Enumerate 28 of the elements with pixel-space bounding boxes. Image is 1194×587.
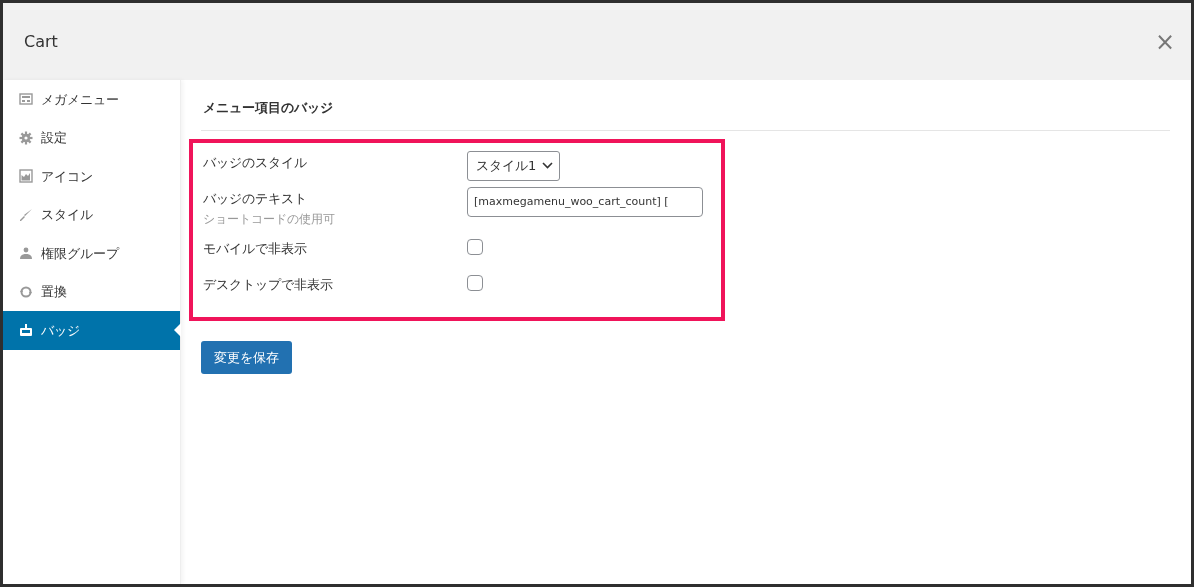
checkbox[interactable] (467, 274, 483, 291)
badge-icon (19, 323, 33, 338)
section-title: メニュー項目のバッジ (201, 98, 1170, 131)
cycle-icon (19, 284, 33, 299)
person-icon (19, 246, 33, 261)
sidebar-item[interactable]: 権限グループ (3, 234, 180, 273)
field-label: デスクトップで非表示 (203, 276, 333, 292)
field-label: モバイルで非表示 (203, 240, 307, 256)
brush-icon (19, 207, 33, 222)
style-select[interactable]: スタイル1 (467, 150, 561, 181)
sidebar-item[interactable]: スタイル (3, 195, 180, 234)
sidebar-item[interactable]: 置換 (3, 272, 180, 311)
sidebar-item[interactable]: メガメニュー (3, 80, 180, 119)
save-button[interactable]: 変更を保存 (201, 340, 292, 374)
dialog-title: Cart (24, 30, 58, 53)
field-label: バッジのテキスト (203, 190, 307, 206)
grid-icon (19, 92, 33, 107)
chevron-down-icon (542, 162, 554, 169)
sidebar-item[interactable]: バッジ (3, 311, 180, 350)
checkbox[interactable] (467, 238, 483, 255)
hint-text: ショートコードの使用可 (203, 211, 336, 228)
sidebar-item[interactable]: 設定 (3, 118, 180, 157)
settings-icon (19, 130, 33, 145)
text-field[interactable]: [maxmegamenu_woo_cart_count] [ (467, 186, 703, 217)
sidebar-item[interactable]: アイコン (3, 157, 180, 196)
close-button[interactable]: × (1146, 29, 1183, 54)
field-label: バッジのスタイル (203, 154, 307, 170)
image-icon (19, 169, 33, 184)
